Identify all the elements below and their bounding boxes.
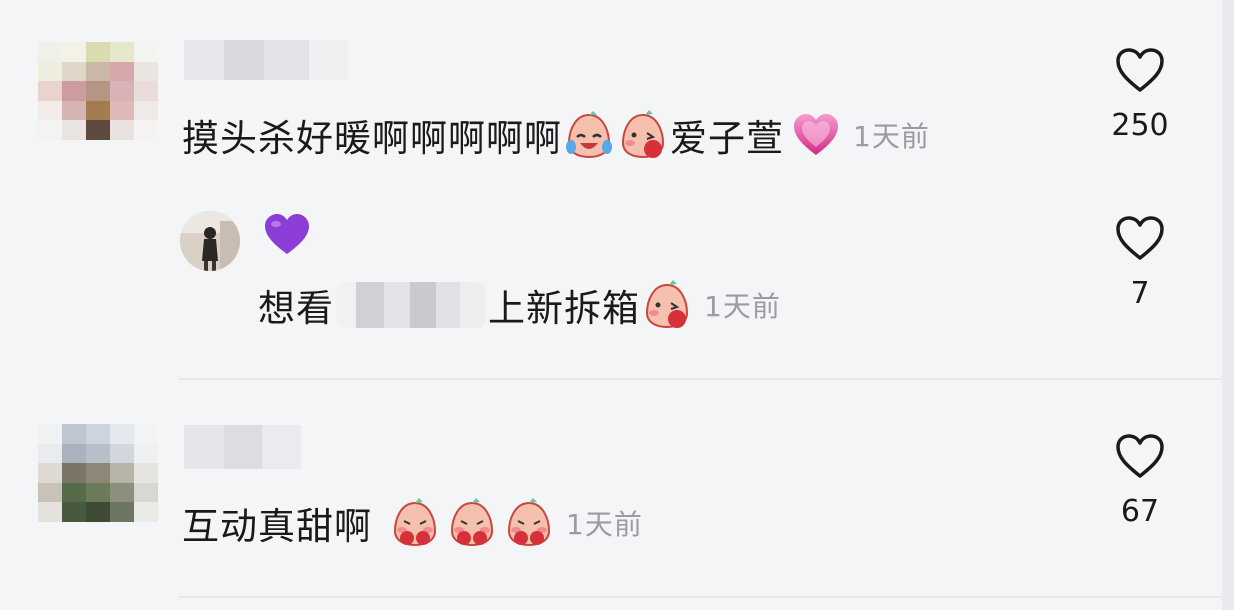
comment-divider — [178, 378, 1222, 380]
like-button[interactable]: 7 — [1090, 214, 1190, 311]
reply-time: 1天前 — [704, 290, 781, 323]
like-button[interactable]: 250 — [1090, 46, 1190, 143]
reply-text: 想看 上新拆箱 1天前 — [258, 278, 781, 332]
shy-peach-emoji — [507, 498, 551, 547]
blushing-peach-emoji — [621, 110, 665, 159]
blurred-mention — [336, 282, 486, 328]
blurred-avatar[interactable] — [38, 42, 158, 140]
pink-heart-emoji — [794, 114, 838, 155]
heart-outline-icon — [1116, 434, 1164, 478]
comment-time: 1天前 — [853, 120, 930, 153]
reply-body-after: 上新拆箱 — [488, 287, 640, 330]
blushing-peach-emoji — [645, 280, 689, 329]
like-button[interactable]: 67 — [1090, 432, 1190, 529]
crying-laughing-peach-emoji — [566, 111, 612, 159]
purple-heart-emoji — [265, 214, 309, 254]
user-photo-icon — [180, 211, 240, 271]
comment-time: 1天前 — [566, 508, 643, 541]
reply-avatar[interactable] — [180, 211, 240, 271]
right-edge-strip — [1222, 0, 1234, 610]
like-count: 67 — [1120, 494, 1160, 529]
blurred-username[interactable] — [184, 425, 301, 469]
like-count: 7 — [1130, 276, 1150, 311]
reply-body-before: 想看 — [258, 287, 334, 330]
like-count: 250 — [1111, 108, 1169, 143]
blurred-username[interactable] — [184, 40, 349, 80]
heart-outline-icon — [1116, 48, 1164, 92]
comment-text: 互动真甜啊 1天前 — [182, 496, 643, 550]
comment-divider — [178, 596, 1222, 598]
blurred-avatar[interactable] — [38, 424, 158, 522]
heart-outline-icon — [1116, 216, 1164, 260]
comment-text: 摸头杀好暖啊啊啊啊啊 爱子萱 1天前 — [182, 108, 930, 162]
shy-peach-emoji — [393, 498, 437, 547]
comment-body: 互动真甜啊 — [182, 505, 372, 548]
shy-peach-emoji — [450, 498, 494, 547]
comment-body: 摸头杀好暖啊啊啊啊啊 — [182, 117, 562, 160]
mentioned-name[interactable]: 爱子萱 — [670, 108, 784, 162]
